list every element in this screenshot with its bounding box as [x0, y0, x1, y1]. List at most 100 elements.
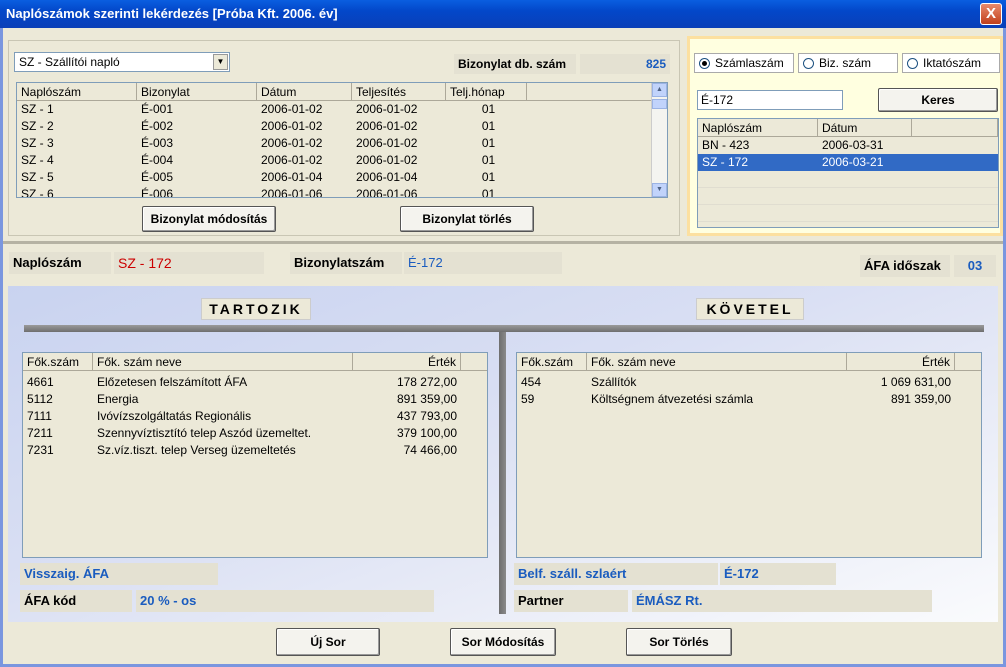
col-fokszam[interactable]: Fők.szám: [517, 353, 587, 371]
tartozik-grid[interactable]: Fők.szám Fők. szám neve Érték 4661 Előzet…: [22, 352, 488, 558]
col-bizonylat[interactable]: Bizonylat: [137, 83, 257, 101]
scroll-down-icon[interactable]: ▼: [652, 183, 667, 197]
table-cell: 01: [481, 170, 496, 184]
table-cell: SZ - 4: [21, 153, 54, 167]
delete-document-button[interactable]: Bizonylat törlés: [400, 206, 534, 232]
col-datum[interactable]: Dátum: [818, 119, 912, 137]
doc-count-value: 825: [580, 54, 670, 74]
table-cell: 2006-01-02: [261, 153, 323, 167]
col-ertek[interactable]: Érték: [847, 353, 955, 371]
table-row[interactable]: 7111 Ivóvízszolgáltatás Regionális 437 793…: [23, 408, 487, 425]
belf-szall-label: Belf. száll. szlaért: [514, 563, 718, 585]
documents-grid-body: SZ - 1 É-001 2006-01-02 2006-01-02 01 SZ - 2 É…: [17, 101, 667, 198]
col-datum[interactable]: Dátum: [257, 83, 352, 101]
table-cell: 2006-03-21: [822, 155, 884, 169]
empty-row: [698, 188, 998, 205]
table-cell: 2006-01-06: [261, 187, 323, 198]
table-cell: 59: [521, 392, 535, 406]
table-cell: 2006-01-02: [261, 102, 323, 116]
col-ertek[interactable]: Érték: [353, 353, 461, 371]
table-cell: 01: [481, 136, 496, 150]
table-cell: 2006-01-04: [356, 170, 418, 184]
table-row[interactable]: SZ - 5 É-005 2006-01-04 2006-01-04 01: [17, 169, 667, 186]
table-row[interactable]: SZ - 2 É-002 2006-01-02 2006-01-02 01: [17, 118, 667, 135]
table-cell: 2006-01-04: [261, 170, 323, 184]
table-cell: Szállítók: [591, 375, 637, 389]
table-row[interactable]: 59 Költségnem átvezetési számla 891 359,00: [517, 391, 981, 408]
search-results-grid[interactable]: Naplószám Dátum BN - 423 2006-03-31 SZ - 1…: [697, 118, 999, 228]
table-row[interactable]: SZ - 6 É-006 2006-01-06 2006-01-06 01: [17, 186, 667, 198]
table-row[interactable]: 5112 Energia 891 359,00: [23, 391, 487, 408]
table-cell: 891 359,00: [890, 392, 951, 406]
chevron-down-icon[interactable]: ▼: [213, 54, 228, 70]
table-cell: BN - 423: [702, 138, 750, 152]
col-fokszam-neve[interactable]: Fők. szám neve: [587, 353, 847, 371]
partner-value[interactable]: ÉMÁSZ Rt.: [632, 590, 932, 612]
col-naploszam[interactable]: Naplószám: [17, 83, 137, 101]
bizonylatszam-value: É-172: [404, 252, 562, 274]
radio-szamlaszam[interactable]: Számlaszám: [694, 53, 794, 73]
afa-idoszak-label: ÁFA időszak: [860, 255, 950, 277]
table-cell: 379 100,00: [396, 426, 457, 440]
afa-kod-label: ÁFA kód: [20, 590, 132, 612]
empty-row: [698, 171, 998, 188]
table-row[interactable]: 4661 Előzetesen felszámított ÁFA 178 272,0…: [23, 374, 487, 391]
table-cell: 2006-01-02: [356, 153, 418, 167]
table-row[interactable]: SZ - 172 2006-03-21: [698, 154, 998, 171]
col-fokszam[interactable]: Fők.szám: [23, 353, 93, 371]
table-cell: 7231: [27, 443, 54, 457]
col-naploszam[interactable]: Naplószám: [698, 119, 818, 137]
scrollbar[interactable]: ▲ ▼: [651, 83, 667, 197]
close-button[interactable]: X: [980, 3, 1002, 25]
col-fokszam-neve[interactable]: Fők. szám neve: [93, 353, 353, 371]
search-input[interactable]: É-172: [697, 90, 843, 110]
modify-row-button[interactable]: Sor Módosítás: [450, 628, 556, 656]
table-cell: 2006-01-02: [261, 119, 323, 133]
journal-select[interactable]: SZ - Szállítói napló ▼: [14, 52, 230, 72]
table-cell: 2006-01-02: [261, 136, 323, 150]
table-row[interactable]: 7211 Szennyvíztisztító telep Aszód üzemel…: [23, 425, 487, 442]
scroll-thumb[interactable]: [652, 99, 667, 109]
table-cell: Energia: [97, 392, 139, 406]
table-row[interactable]: BN - 423 2006-03-31: [698, 137, 998, 154]
vissz-afa-label: Visszaig. ÁFA: [20, 563, 218, 585]
naploszam-value: SZ - 172: [114, 252, 264, 274]
table-cell: SZ - 6: [21, 187, 54, 198]
kovetel-grid[interactable]: Fők.szám Fők. szám neve Érték 454 Szállít…: [516, 352, 982, 558]
table-cell: 2006-01-06: [356, 187, 418, 198]
belf-szall-value[interactable]: É-172: [720, 563, 836, 585]
delete-row-button[interactable]: Sor Törlés: [626, 628, 732, 656]
radio-bizszam[interactable]: Biz. szám: [798, 53, 898, 73]
table-cell: 4661: [27, 375, 54, 389]
tartozik-title: TARTOZIK: [201, 298, 311, 320]
new-row-button[interactable]: Új Sor: [276, 628, 380, 656]
documents-grid[interactable]: Naplószám Bizonylat Dátum Teljesítés Tel…: [16, 82, 668, 198]
naploszam-label: Naplószám: [9, 252, 111, 274]
search-results-header: Naplószám Dátum: [698, 119, 998, 137]
table-cell: Előzetesen felszámított ÁFA: [97, 375, 248, 389]
table-cell: É-005: [141, 170, 174, 184]
table-cell: Sz.víz.tiszt. telep Verseg üzemeltetés: [97, 443, 296, 457]
empty-row: [698, 205, 998, 222]
table-cell: SZ - 5: [21, 170, 54, 184]
table-cell: É-006: [141, 187, 174, 198]
col-teljhonap[interactable]: Telj.hónap: [446, 83, 527, 101]
table-row[interactable]: 7231 Sz.víz.tiszt. telep Verseg üzemeltet…: [23, 442, 487, 459]
modify-document-button[interactable]: Bizonylat módosítás: [142, 206, 276, 232]
table-cell: SZ - 3: [21, 136, 54, 150]
table-cell: É-001: [141, 102, 174, 116]
search-button[interactable]: Keres: [878, 88, 998, 112]
afa-kod-value[interactable]: 20 % - os: [136, 590, 434, 612]
table-row[interactable]: SZ - 1 É-001 2006-01-02 2006-01-02 01: [17, 101, 667, 118]
col-teljesites[interactable]: Teljesítés: [352, 83, 446, 101]
radio-off-icon: [907, 58, 918, 70]
kovetel-grid-header: Fők.szám Fők. szám neve Érték: [517, 353, 981, 371]
scroll-up-icon[interactable]: ▲: [652, 83, 667, 97]
partner-label: Partner: [514, 590, 628, 612]
radio-iktatoszam[interactable]: Iktatószám: [902, 53, 1000, 73]
kovetel-title: KÖVETEL: [696, 298, 804, 320]
table-row[interactable]: SZ - 3 É-003 2006-01-02 2006-01-02 01: [17, 135, 667, 152]
table-row[interactable]: 454 Szállítók 1 069 631,00: [517, 374, 981, 391]
table-row[interactable]: SZ - 4 É-004 2006-01-02 2006-01-02 01: [17, 152, 667, 169]
table-cell: 01: [481, 153, 496, 167]
